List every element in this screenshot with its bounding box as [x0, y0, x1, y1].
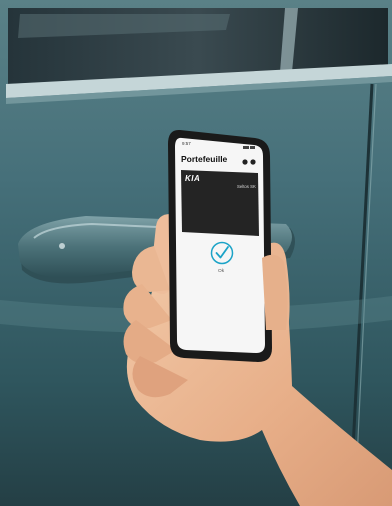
- app-title: Portefeuille: [181, 154, 228, 164]
- profile-icon[interactable]: [250, 159, 256, 165]
- smartphone: [168, 129, 272, 362]
- brand-logo: KIA: [185, 174, 200, 183]
- vehicle-name: Seltos SK: [237, 184, 256, 189]
- photo-scene: 9:57 Portefeuille KIA Seltos SK Ok: [0, 0, 392, 506]
- status-time: 9:57: [182, 141, 191, 146]
- settings-icon[interactable]: [242, 159, 248, 165]
- status-icons: [243, 146, 255, 149]
- phone-screen: [175, 137, 265, 353]
- confirmation-label: Ok: [218, 268, 225, 274]
- thumb-overlay: [262, 254, 288, 330]
